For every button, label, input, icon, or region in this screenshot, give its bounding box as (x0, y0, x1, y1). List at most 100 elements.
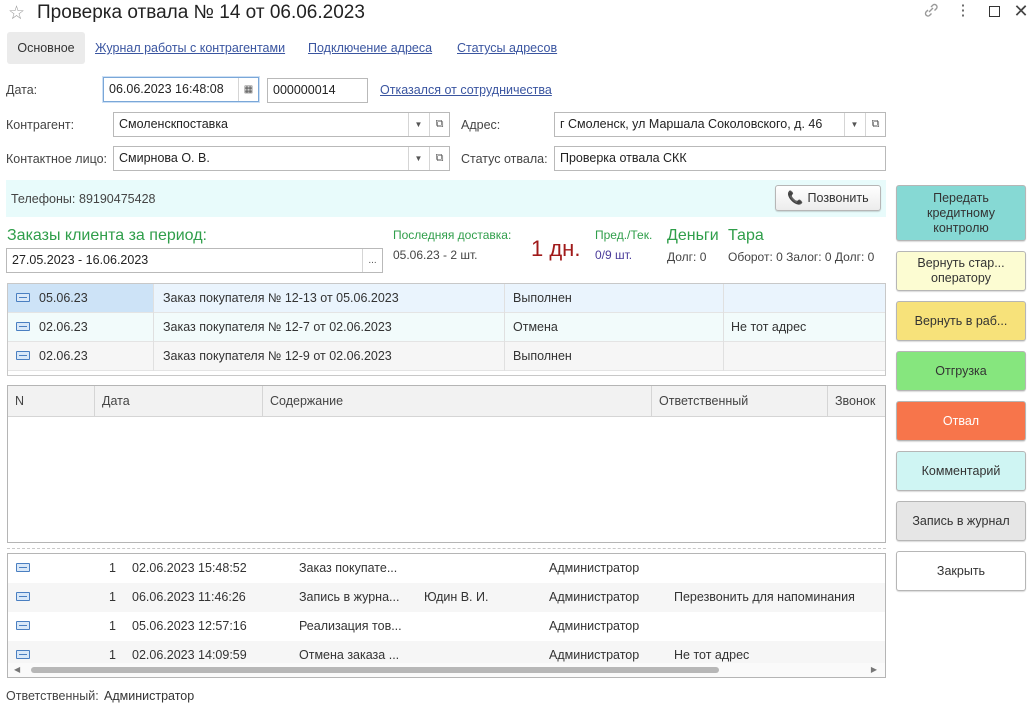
table-row[interactable]: 02.06.23 Заказ покупателя № 12-7 от 02.0… (8, 313, 885, 342)
phone-icon: 📞 (787, 190, 804, 205)
column-content[interactable]: Содержание (263, 386, 652, 416)
refused-cooperation-link[interactable]: Отказался от сотрудничества (380, 83, 552, 97)
scroll-right-icon[interactable]: ▶ (871, 665, 877, 674)
contractor-field[interactable]: Смоленскпоставка ▼ ⧉ (113, 112, 450, 137)
calendar-icon[interactable]: ▦ (238, 78, 258, 101)
return-to-work-button[interactable]: Вернуть в раб... (896, 301, 1026, 341)
tara-label: Тара (728, 227, 764, 244)
tab-address-statuses[interactable]: Статусы адресов (457, 41, 557, 55)
link-icon[interactable] (922, 2, 940, 20)
address-label: Адрес: (461, 118, 501, 132)
responsible-value: Администратор (104, 689, 195, 703)
table-row[interactable]: 05.06.23 Заказ покупателя № 12-13 от 05.… (8, 284, 885, 313)
period-select-button[interactable]: ... (362, 249, 382, 272)
address-field[interactable]: г Смоленск, ул Маршала Соколовского, д. … (554, 112, 886, 137)
churn-button[interactable]: Отвал (896, 401, 1026, 441)
prev-cur-label: Пред./Тек. (595, 228, 653, 242)
orders-table: 05.06.23 Заказ покупателя № 12-13 от 05.… (7, 283, 886, 376)
close-button[interactable]: Закрыть (896, 551, 1026, 591)
comment-button[interactable]: Комментарий (896, 451, 1026, 491)
order-status: Выполнен (513, 349, 572, 363)
table-row[interactable]: 1 05.06.2023 12:57:16 Реализация тов... … (8, 612, 885, 641)
phone-value: 89190475428 (79, 192, 156, 206)
journal-n: 1 (109, 619, 116, 633)
contractor-label: Контрагент: (6, 118, 75, 132)
date-field[interactable]: 06.06.2023 16:48:08 ▦ (103, 77, 259, 102)
journal-n: 1 (109, 561, 116, 575)
order-document: Заказ покупателя № 12-7 от 02.06.2023 (163, 320, 392, 334)
journal-content: Запись в журна... (299, 590, 400, 604)
chevron-down-icon[interactable]: ▼ (408, 147, 428, 170)
journal-comment: Перезвонить для напоминания (674, 590, 855, 604)
order-note: Не тот адрес (731, 320, 807, 334)
maximize-icon[interactable] (985, 2, 1003, 20)
journal-entry-button[interactable]: Запись в журнал (896, 501, 1026, 541)
prev-cur-value: 0/9 шт. (595, 248, 633, 262)
column-date[interactable]: Дата (95, 386, 263, 416)
order-document: Заказ покупателя № 12-13 от 05.06.2023 (163, 291, 399, 305)
column-responsible[interactable]: Ответственный (652, 386, 828, 416)
journal-date: 05.06.2023 12:57:16 (132, 619, 247, 633)
table-row[interactable]: 02.06.23 Заказ покупателя № 12-9 от 02.0… (8, 342, 885, 371)
document-icon (16, 583, 30, 612)
order-date: 05.06.23 (39, 291, 88, 305)
document-icon (16, 342, 30, 370)
favorite-star-icon[interactable]: ☆ (8, 2, 25, 25)
column-n[interactable]: N (8, 386, 95, 416)
credit-control-button[interactable]: Передать кредитному контролю (896, 185, 1026, 241)
contact-field[interactable]: Смирнова О. В. ▼ ⧉ (113, 146, 450, 171)
horizontal-scrollbar[interactable]: ◀ ▶ (8, 663, 885, 677)
journal-n: 1 (109, 590, 116, 604)
status-field[interactable]: Проверка отвала СКК (554, 146, 886, 171)
days-since-value: 1 дн. (531, 236, 581, 261)
contractor-value: Смоленскпоставка (119, 117, 229, 131)
call-button-label: Позвонить (807, 191, 869, 205)
scrollbar-thumb[interactable] (31, 667, 719, 673)
open-icon[interactable]: ⧉ (865, 113, 885, 136)
document-icon (16, 284, 30, 312)
date-value: 06.06.2023 16:48:08 (109, 82, 224, 96)
tab-main[interactable]: Основное (7, 32, 85, 64)
close-icon[interactable]: ✕ (1012, 2, 1030, 20)
last-delivery-label: Последняя доставка: (393, 228, 512, 242)
document-icon (16, 612, 30, 641)
journal-responsible: Администратор (549, 590, 640, 604)
contact-value: Смирнова О. В. (119, 151, 210, 165)
shipment-button[interactable]: Отгрузка (896, 351, 1026, 391)
call-button[interactable]: 📞 Позвонить (775, 185, 881, 211)
journal-content: Заказ покупате... (299, 561, 398, 575)
status-label: Статус отвала: (461, 152, 548, 166)
journal-date: 06.06.2023 11:46:26 (132, 590, 246, 604)
period-field[interactable]: 27.05.2023 - 16.06.2023 ... (6, 248, 383, 273)
open-icon[interactable]: ⧉ (429, 147, 449, 170)
return-operator-button[interactable]: Вернуть стар... оператору (896, 251, 1026, 291)
tab-contractor-journal[interactable]: Журнал работы с контрагентами (95, 41, 285, 55)
last-delivery-value: 05.06.23 - 2 шт. (393, 248, 478, 262)
table-header: N Дата Содержание Ответственный Звонок (8, 386, 885, 417)
chevron-down-icon[interactable]: ▼ (408, 113, 428, 136)
order-document: Заказ покупателя № 12-9 от 02.06.2023 (163, 349, 392, 363)
page-title: Проверка отвала № 14 от 06.06.2023 (37, 2, 365, 23)
journal-content: Реализация тов... (299, 619, 402, 633)
orders-title: Заказы клиента за период: (7, 227, 207, 244)
splitter[interactable] (7, 548, 886, 549)
more-vertical-icon[interactable]: ⋮ (954, 2, 972, 20)
table-row[interactable]: 1 02.06.2023 15:48:52 Заказ покупате... … (8, 554, 885, 583)
number-field[interactable]: 000000014 (267, 78, 368, 103)
table-row[interactable]: 1 06.06.2023 11:46:26 Запись в журна... … (8, 583, 885, 612)
document-icon (16, 313, 30, 341)
money-debt-value: Долг: 0 (667, 250, 707, 264)
open-icon[interactable]: ⧉ (429, 113, 449, 136)
period-value: 27.05.2023 - 16.06.2023 (12, 253, 149, 267)
order-date: 02.06.23 (39, 349, 88, 363)
date-label: Дата: (6, 83, 38, 97)
scroll-left-icon[interactable]: ◀ (14, 665, 20, 674)
tab-address-connection[interactable]: Подключение адреса (308, 41, 432, 55)
journal-table: 1 02.06.2023 15:48:52 Заказ покупате... … (7, 553, 886, 678)
contact-label: Контактное лицо: (6, 152, 108, 166)
journal-person: Юдин В. И. (424, 590, 489, 604)
document-icon (16, 554, 30, 583)
chevron-down-icon[interactable]: ▼ (844, 113, 864, 136)
tara-value: Оборот: 0 Залог: 0 Долг: 0 (728, 250, 875, 264)
column-call[interactable]: Звонок (828, 386, 885, 416)
